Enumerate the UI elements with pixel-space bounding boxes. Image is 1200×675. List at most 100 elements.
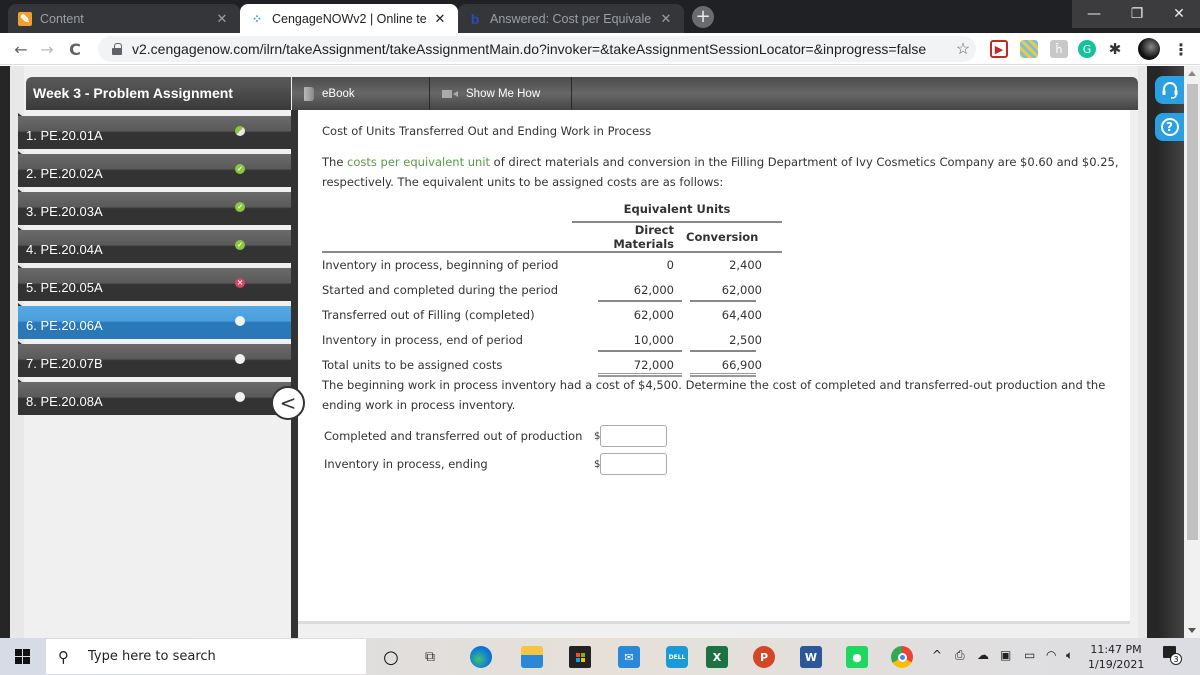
question-item-4[interactable]: 4. PE.20.04A ✓ xyxy=(18,227,291,263)
ebook-label: eBook xyxy=(322,87,355,100)
spotify-icon[interactable]: ● xyxy=(846,646,868,668)
support-headset-button[interactable] xyxy=(1155,76,1184,104)
table-row-total: Total units to be assigned costs 72,000 … xyxy=(322,352,782,377)
incorrect-x-icon: ✕ xyxy=(235,278,245,288)
taskbar-search[interactable]: ⚲ Type here to search xyxy=(46,639,366,674)
meet-now-icon[interactable]: ⎙ xyxy=(955,648,965,663)
reload-button[interactable]: C xyxy=(64,39,86,59)
scroll-down-arrow[interactable] xyxy=(1188,628,1196,633)
battery-icon[interactable]: ▭ xyxy=(1024,648,1035,662)
address-bar[interactable]: v2.cengagenow.com/ilrn/takeAssignment/ta… xyxy=(98,36,976,62)
lock-icon xyxy=(112,43,122,55)
volume-icon[interactable]: 🔈︎ xyxy=(1066,648,1073,663)
checkmark-icon: ✓ xyxy=(235,202,245,212)
start-button[interactable] xyxy=(0,638,44,675)
question-item-8[interactable]: 8. PE.20.08A xyxy=(18,379,291,415)
show-me-how-button[interactable]: Show Me How xyxy=(430,77,572,110)
cortana-icon[interactable]: ○ xyxy=(380,646,402,668)
new-tab-button[interactable]: + xyxy=(692,6,714,28)
url-text[interactable]: v2.cengagenow.com/ilrn/takeAssignment/ta… xyxy=(132,41,950,57)
extensions-puzzle-icon[interactable]: ✱ xyxy=(1106,40,1124,58)
bookmark-star-icon[interactable]: ☆ xyxy=(950,39,976,59)
search-placeholder: Type here to search xyxy=(88,649,216,664)
question-label: 6. PE.20.06A xyxy=(26,318,103,333)
task-view-icon[interactable]: ⧉ xyxy=(419,646,441,668)
action-center-button[interactable]: 3 xyxy=(1162,646,1182,666)
page-scrollbar[interactable] xyxy=(1185,66,1200,638)
scrollbar-thumb[interactable] xyxy=(1187,84,1198,540)
table-row: Inventory in process, beginning of perio… xyxy=(322,251,782,277)
excel-icon[interactable]: X xyxy=(706,646,728,668)
question-label: 2. PE.20.02A xyxy=(26,166,103,181)
column-header-conversion: Conversion xyxy=(686,230,759,244)
help-button[interactable]: ? xyxy=(1155,113,1184,141)
table-row: Inventory in process, end of period 10,0… xyxy=(322,327,782,352)
forward-button[interactable]: → xyxy=(36,39,58,59)
completed-transferred-out-input[interactable] xyxy=(600,425,667,447)
table-row: Transferred out of Filling (completed) 6… xyxy=(322,302,782,327)
windows-logo-icon xyxy=(14,649,30,664)
onedrive-cloud-icon[interactable]: ☁ xyxy=(977,648,989,662)
cengage-spinner-icon: ⁘ xyxy=(251,11,263,26)
ending-inventory-input[interactable] xyxy=(600,453,667,475)
wifi-icon[interactable]: ◠ xyxy=(1046,648,1056,662)
side-panel xyxy=(1147,66,1184,638)
powerpoint-icon[interactable]: P xyxy=(753,646,775,668)
question-item-6[interactable]: 6. PE.20.06A xyxy=(18,303,291,339)
restore-button[interactable]: ❐ xyxy=(1115,0,1159,28)
file-explorer-icon[interactable] xyxy=(521,646,543,668)
back-button[interactable]: ← xyxy=(10,39,32,59)
conv-value: 64,400 xyxy=(721,307,762,322)
grid-extension-icon[interactable] xyxy=(1020,40,1038,58)
tab-title: Answered: Cost per Equivalent U xyxy=(490,11,652,26)
question-item-1[interactable]: 1. PE.20.01A xyxy=(18,113,291,149)
left-edge xyxy=(0,66,10,638)
dell-icon[interactable]: DELL xyxy=(666,646,688,668)
close-tab-icon[interactable]: ✕ xyxy=(214,11,230,27)
question-item-3[interactable]: 3. PE.20.03A ✓ xyxy=(18,189,291,225)
ebook-button[interactable]: eBook xyxy=(292,77,430,110)
question-label: 7. PE.20.07B xyxy=(26,356,103,371)
question-item-7[interactable]: 7. PE.20.07B xyxy=(18,341,291,377)
chrome-icon[interactable] xyxy=(891,646,913,668)
chrome-menu-icon[interactable]: ⋮ xyxy=(1172,40,1190,59)
problem-question: The beginning work in process inventory … xyxy=(322,378,1106,412)
tab-content[interactable]: ✎ Content ✕ xyxy=(8,4,240,33)
collapse-sidebar-button[interactable]: < xyxy=(271,386,305,420)
edge-icon[interactable] xyxy=(470,646,492,668)
conv-value: 2,500 xyxy=(682,327,782,352)
navigation-bar: ← → C v2.cengagenow.com/ilrn/takeAssignm… xyxy=(0,33,1200,65)
close-window-button[interactable]: ✕ xyxy=(1158,0,1200,28)
action-app-icon[interactable]: ▣ xyxy=(1000,648,1011,662)
minimize-button[interactable]: — xyxy=(1072,0,1116,28)
tab-bartleby[interactable]: b Answered: Cost per Equivalent U ✕ xyxy=(458,4,684,33)
row-label: Inventory in process, end of period xyxy=(322,332,523,347)
store-logo xyxy=(575,652,585,662)
tab-title: Content xyxy=(40,11,84,26)
taskbar-clock[interactable]: 11:47 PM 1/19/2021 xyxy=(1088,642,1144,672)
pencil-icon: ✎ xyxy=(18,11,32,26)
row-label: Total units to be assigned costs xyxy=(322,357,503,372)
answer-row-ending-inventory: Inventory in process, ending $ xyxy=(324,453,667,475)
question-label: 5. PE.20.05A xyxy=(26,280,103,295)
profile-avatar-icon[interactable] xyxy=(1138,38,1160,60)
unanswered-dot-icon xyxy=(235,354,245,364)
hiragana-extension-icon[interactable]: ĥ xyxy=(1050,40,1068,58)
conv-value: 2,400 xyxy=(682,251,782,277)
glossary-link[interactable]: costs per equivalent unit xyxy=(347,155,490,169)
tab-cengage[interactable]: ⁘ CengageNOWv2 | Online teachin ✕ xyxy=(240,4,458,33)
question-item-2[interactable]: 2. PE.20.02A ✓ xyxy=(18,151,291,187)
mail-icon[interactable]: ✉ xyxy=(618,646,640,668)
close-tab-icon[interactable]: ✕ xyxy=(432,11,448,27)
question-item-5[interactable]: 5. PE.20.05A ✕ xyxy=(18,265,291,301)
word-icon[interactable]: W xyxy=(800,646,822,668)
grammarly-extension-icon[interactable]: G xyxy=(1078,40,1096,58)
problem-content: Cost of Units Transferred Out and Ending… xyxy=(298,110,1130,624)
store-icon[interactable] xyxy=(569,646,591,668)
close-tab-icon[interactable]: ✕ xyxy=(658,11,674,27)
scroll-up-arrow[interactable] xyxy=(1188,71,1196,76)
show-hidden-icons-chevron[interactable]: ^ xyxy=(932,648,942,662)
video-speed-extension-icon[interactable]: ▶ xyxy=(990,40,1008,58)
clock-time: 11:47 PM xyxy=(1090,643,1142,656)
dm-value: 72,000 xyxy=(572,352,682,377)
